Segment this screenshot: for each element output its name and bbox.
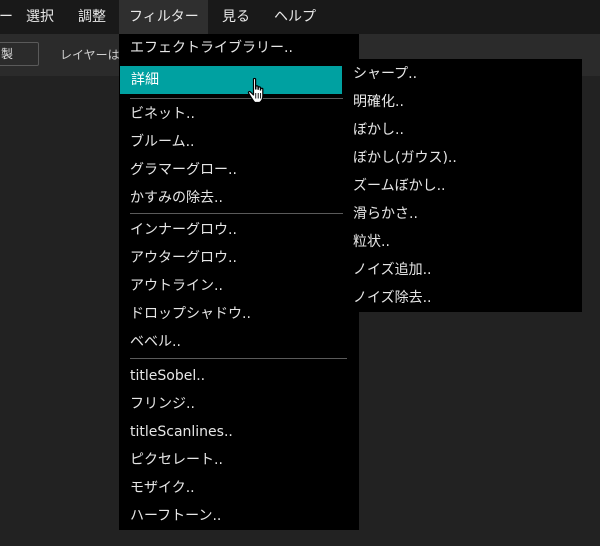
menu-item-outline[interactable]: アウトライン.. xyxy=(119,272,359,300)
menu-item-effect-library[interactable]: エフェクトライブラリー.. xyxy=(119,34,359,62)
submenu-item-add-noise[interactable]: ノイズ追加.. xyxy=(343,256,582,284)
menu-view[interactable]: 見る xyxy=(214,0,258,34)
submenu-item-zoom-blur[interactable]: ズームぼかし.. xyxy=(343,172,582,200)
menu-item-bevel[interactable]: ベベル.. xyxy=(119,328,359,356)
submenu-item-blur[interactable]: ぼかし.. xyxy=(343,116,582,144)
menu-item-pixelate[interactable]: ピクセレート.. xyxy=(119,446,359,474)
duplicate-button[interactable]: 製 xyxy=(0,42,39,66)
menu-filter[interactable]: フィルター xyxy=(119,0,208,34)
menu-select[interactable]: 選択 xyxy=(18,0,62,34)
menu-separator xyxy=(130,98,347,99)
menu-bar: ー 選択 調整 フィルター 見る ヘルプ xyxy=(0,0,600,34)
menu-adjust[interactable]: 調整 xyxy=(70,0,114,34)
menu-item-glamour-glow[interactable]: グラマーグロー.. xyxy=(119,156,359,184)
app-window: ー 選択 調整 フィルター 見る ヘルプ 製 レイヤーは エフェクトライブラリー… xyxy=(0,0,600,546)
submenu-item-reduce-noise[interactable]: ノイズ除去.. xyxy=(343,284,582,312)
menu-separator xyxy=(130,358,347,359)
menu-item-sobel[interactable]: titleSobel.. xyxy=(119,362,359,390)
submenu-item-smooth[interactable]: 滑らかさ.. xyxy=(343,200,582,228)
menu-item-outer-glow[interactable]: アウターグロウ.. xyxy=(119,244,359,272)
menu-item-fringe[interactable]: フリンジ.. xyxy=(119,390,359,418)
menu-help[interactable]: ヘルプ xyxy=(266,0,324,34)
details-submenu: シャープ.. 明確化.. ぼかし.. ぼかし(ガウス).. ズームぼかし.. 滑… xyxy=(343,59,582,312)
menu-item-details[interactable]: 詳細 xyxy=(120,66,342,94)
menu-separator xyxy=(130,213,347,214)
menu-item-mosaic[interactable]: モザイク.. xyxy=(119,474,359,502)
menu-item-scanlines[interactable]: titleScanlines.. xyxy=(119,418,359,446)
submenu-item-sharpen[interactable]: シャープ.. xyxy=(343,60,582,88)
menu-item-vignette[interactable]: ビネット.. xyxy=(119,100,359,128)
menu-item-dehaze[interactable]: かすみの除去.. xyxy=(119,184,359,212)
filter-dropdown-menu: エフェクトライブラリー.. 詳細 ビネット.. ブルーム.. グラマーグロー..… xyxy=(119,34,359,530)
menu-item-drop-shadow[interactable]: ドロップシャドウ.. xyxy=(119,300,359,328)
hand-pointer-icon xyxy=(247,77,264,104)
submenu-item-clarity[interactable]: 明確化.. xyxy=(343,88,582,116)
layer-hint-text: レイヤーは xyxy=(60,48,120,62)
menu-item-inner-glow[interactable]: インナーグロウ.. xyxy=(119,216,359,244)
submenu-item-grain[interactable]: 粒状.. xyxy=(343,228,582,256)
menu-item-bloom[interactable]: ブルーム.. xyxy=(119,128,359,156)
menu-item-halftone[interactable]: ハーフトーン.. xyxy=(119,502,359,530)
submenu-item-gaussian-blur[interactable]: ぼかし(ガウス).. xyxy=(343,144,582,172)
